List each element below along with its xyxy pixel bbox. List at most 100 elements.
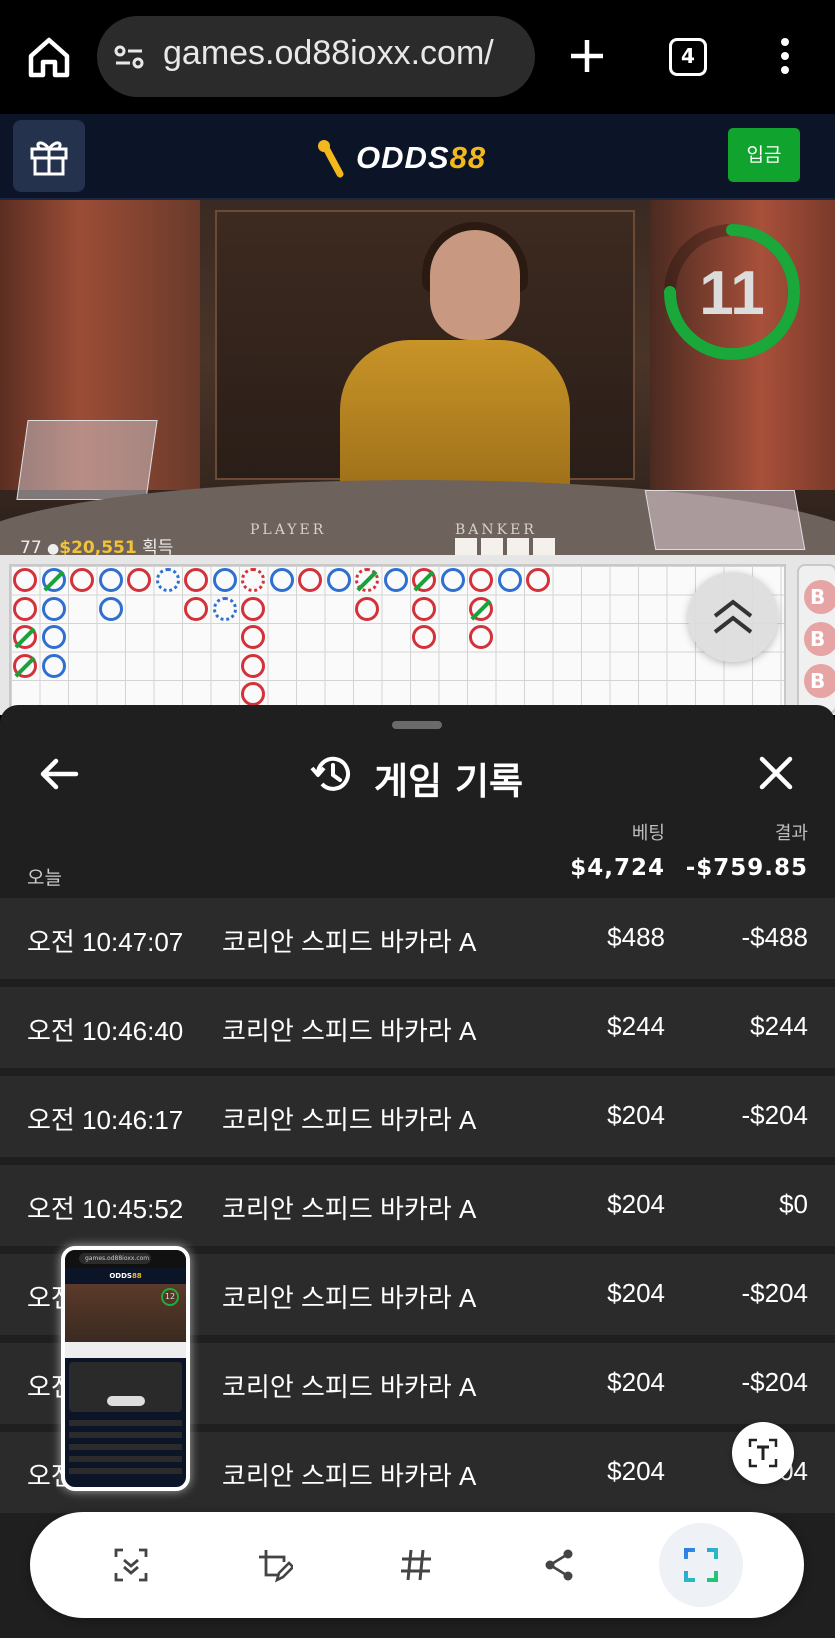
total-bet: $4,724	[570, 855, 665, 881]
today-label: 오늘	[27, 867, 62, 889]
banker-bead	[298, 568, 322, 592]
player-bead	[41, 568, 66, 592]
result-amount: -$488	[741, 922, 809, 952]
bet-amount: $204	[607, 1367, 665, 1397]
new-tab-icon[interactable]	[566, 32, 608, 80]
site-header: ODDS88 입금	[0, 114, 835, 200]
banker-bead	[469, 596, 493, 621]
player-bead	[98, 596, 123, 621]
smart-select-button[interactable]	[659, 1523, 743, 1607]
browser-toolbar: games.od88ioxx.com/ 4	[0, 0, 835, 114]
round-time: 오전 10:46:17	[27, 1105, 184, 1135]
player-bead	[326, 568, 351, 592]
site-settings-icon[interactable]	[113, 42, 145, 72]
tie-slash	[42, 570, 65, 592]
tab-switcher-button[interactable]: 4	[669, 38, 707, 76]
expand-button[interactable]	[688, 572, 778, 662]
player-bead	[155, 568, 180, 592]
side-road: B B B	[797, 564, 835, 714]
banker-bead	[13, 596, 37, 621]
thumb-row	[69, 1468, 182, 1474]
double-chevron-up-icon	[713, 599, 753, 634]
url-text: games.od88ioxx.com/	[163, 34, 494, 72]
bet-amount: $204	[607, 1189, 665, 1219]
banker-bead	[469, 568, 493, 592]
countdown-timer: 11	[664, 224, 800, 360]
gift-button[interactable]	[13, 120, 85, 192]
history-row[interactable]: 오전 10:46:17 코리안 스피드 바카라 A $204 -$204	[0, 1076, 835, 1157]
player-bead	[98, 568, 123, 592]
player-bead	[269, 568, 294, 592]
home-icon[interactable]	[26, 34, 72, 80]
deposit-button[interactable]: 입금	[728, 128, 800, 182]
game-name: 코리안 스피드 바카라 A	[222, 927, 477, 957]
history-row[interactable]: 오전 10:46:40 코리안 스피드 바카라 A $244 $244	[0, 987, 835, 1068]
live-dealer-video[interactable]: PLAYER BANKER 11 77 ●$20,551 획득	[0, 200, 835, 555]
banker-bead	[184, 568, 208, 592]
hashtag-button[interactable]	[388, 1537, 444, 1593]
tie-slash	[413, 570, 435, 592]
banker-bead	[412, 596, 436, 621]
bet-amount: $244	[607, 1011, 665, 1041]
sheet-title: 게임 기록	[374, 760, 524, 803]
banker-bead	[412, 568, 436, 592]
banker-bead	[355, 568, 379, 592]
banker-bead	[13, 568, 37, 592]
banker-bead	[13, 653, 37, 678]
thumb-dialog-button	[107, 1396, 145, 1406]
crop-edit-button[interactable]	[246, 1537, 302, 1593]
thumb-dialog	[69, 1362, 182, 1412]
thumb-url: games.od88ioxx.com	[79, 1253, 151, 1264]
dealer-body	[340, 340, 570, 500]
history-row[interactable]: 오전 10:47:07 코리안 스피드 바카라 A $488 -$488	[0, 898, 835, 979]
player-bead	[41, 653, 66, 678]
side-banker-label: B	[804, 622, 835, 656]
address-bar[interactable]: games.od88ioxx.com/	[97, 16, 535, 97]
game-name: 코리안 스피드 바카라 A	[222, 1461, 477, 1491]
bet-amount: $204	[607, 1100, 665, 1130]
banker-bead	[13, 625, 37, 649]
extract-text-button[interactable]	[732, 1422, 794, 1484]
back-arrow-icon[interactable]	[38, 753, 80, 795]
tie-slash	[356, 570, 378, 592]
banker-bead	[469, 625, 493, 649]
screenshot-thumbnail[interactable]: games.od88ioxx.com ODDS88 12	[61, 1246, 190, 1491]
banker-bead	[184, 596, 208, 621]
round-time: 오전 10:46:40	[27, 1016, 184, 1046]
result-amount: $244	[750, 1011, 808, 1041]
banker-bead	[412, 625, 436, 649]
side-banker-label: B	[804, 664, 835, 698]
result-column-header: 결과	[774, 823, 808, 844]
share-button[interactable]	[531, 1537, 587, 1593]
banker-bead	[526, 568, 550, 592]
result-amount: -$204	[741, 1278, 809, 1308]
bet-amount: $488	[607, 922, 665, 952]
banker-bead	[355, 596, 379, 621]
total-result: -$759.85	[685, 855, 808, 881]
crop-edit-icon	[259, 1550, 293, 1583]
player-bead	[440, 568, 465, 592]
logo-wordmark: ODDS88	[356, 140, 487, 175]
scroll-capture-button[interactable]	[103, 1537, 159, 1593]
player-bead	[383, 568, 408, 592]
player-bead	[497, 568, 522, 592]
thumb-timer: 12	[161, 1288, 179, 1306]
game-name: 코리안 스피드 바카라 A	[222, 1016, 477, 1046]
banker-bead	[127, 568, 151, 592]
screen: games.od88ioxx.com/ 4 ODDS88 입금 PLAYER B…	[0, 0, 835, 1638]
dealt-cards	[455, 538, 555, 555]
banker-bead	[241, 596, 265, 621]
history-icon	[310, 756, 350, 791]
bet-column-header: 베팅	[631, 823, 665, 844]
game-name: 코리안 스피드 바카라 A	[222, 1105, 477, 1135]
bet-amount: $204	[607, 1456, 665, 1486]
player-bead	[212, 568, 237, 592]
result-amount: $0	[779, 1189, 808, 1219]
thumb-row	[69, 1432, 182, 1438]
drag-handle[interactable]	[392, 721, 442, 729]
banker-bead	[241, 653, 265, 678]
history-row[interactable]: 오전 10:45:52 코리안 스피드 바카라 A $204 $0	[0, 1165, 835, 1246]
dealer-face	[430, 230, 520, 340]
more-options-icon[interactable]	[770, 36, 800, 76]
close-icon[interactable]	[756, 753, 796, 793]
